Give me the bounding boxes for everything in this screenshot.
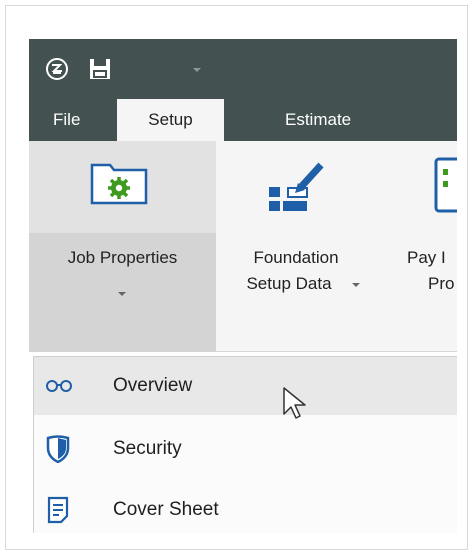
- shield-icon: [46, 435, 70, 463]
- tab-setup[interactable]: Setup: [117, 99, 224, 143]
- foundation-setup-icon: [269, 162, 324, 211]
- menu-item-security[interactable]: Security: [34, 420, 457, 478]
- glasses-icon: [46, 380, 72, 392]
- job-properties-dropdown-menu: Overview Security Cover Sheet: [33, 356, 457, 533]
- job-properties-caret-icon: [118, 292, 126, 296]
- job-properties-label: Job Properties: [67, 248, 178, 267]
- save-icon[interactable]: [89, 58, 111, 80]
- tab-file[interactable]: File: [53, 99, 103, 141]
- foundation-label-line2: Setup Data: [246, 274, 332, 293]
- customize-dropdown-icon[interactable]: [192, 67, 202, 73]
- pay-items-button[interactable]: Pay I Pro: [379, 141, 457, 351]
- foundation-label-line1: Foundation: [253, 248, 339, 267]
- tab-label: Estimate: [285, 110, 352, 129]
- tab-label: File: [53, 110, 81, 129]
- app-logo-icon[interactable]: [45, 57, 69, 81]
- document-icon: [47, 496, 69, 524]
- menu-item-label: Cover Sheet: [113, 499, 219, 520]
- ribbon-panel: Job Properties Foundation Setup Data Pay…: [29, 141, 457, 352]
- menu-item-label: Overview: [113, 375, 193, 396]
- folder-gear-icon: [90, 163, 148, 205]
- menu-item-cover-sheet[interactable]: Cover Sheet: [34, 481, 457, 533]
- pay-items-label-line1: Pay I: [407, 248, 446, 267]
- pay-items-label-line2: Pro: [428, 274, 455, 293]
- menu-item-overview[interactable]: Overview: [34, 357, 457, 415]
- application-window: File Setup Estimate Job Properties Found…: [29, 39, 457, 533]
- menu-item-label: Security: [113, 438, 182, 459]
- job-properties-button[interactable]: Job Properties: [29, 141, 216, 351]
- tab-label: Setup: [148, 110, 193, 129]
- pay-items-icon: [434, 157, 457, 213]
- quick-access-toolbar: [29, 39, 457, 99]
- tab-estimate[interactable]: Estimate: [285, 99, 385, 141]
- mouse-pointer-icon: [283, 387, 306, 419]
- ribbon-tabs: File Setup Estimate: [29, 99, 457, 143]
- foundation-setup-data-button[interactable]: Foundation Setup Data: [221, 141, 371, 351]
- foundation-caret-icon: [352, 283, 360, 287]
